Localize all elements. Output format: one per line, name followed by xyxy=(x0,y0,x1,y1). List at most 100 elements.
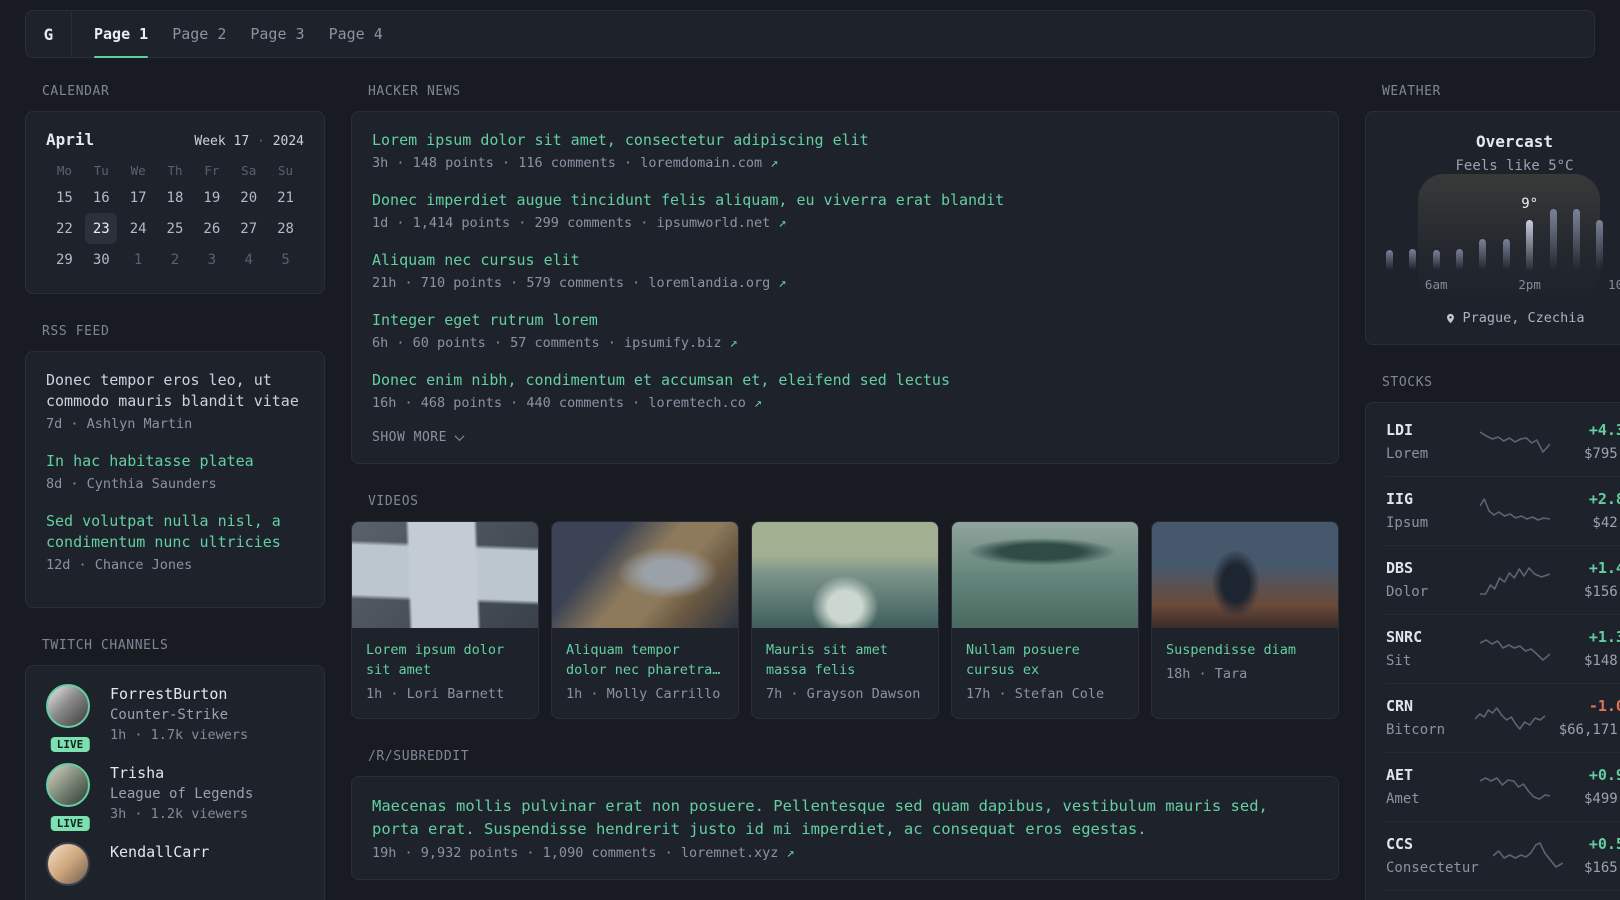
hackernews-item: Lorem ipsum dolor sit amet, consectetur … xyxy=(372,130,1318,173)
twitch-channel-name[interactable]: Trisha xyxy=(110,763,253,783)
calendar-day[interactable]: 30 xyxy=(85,244,117,275)
weather-bar-column[interactable] xyxy=(1456,249,1464,270)
weather-bar-column[interactable] xyxy=(1479,239,1487,270)
calendar-day[interactable]: 5 xyxy=(270,244,302,275)
weekday-label: Sa xyxy=(241,163,257,178)
weather-current-temp: 9° xyxy=(1521,196,1539,212)
stock-row[interactable]: IIG Ipsum +2.84% $42.04 xyxy=(1386,477,1620,546)
stock-row[interactable]: SNRC Sit +1.36% $148.64 xyxy=(1386,615,1620,684)
external-link-icon[interactable]: ↗ xyxy=(787,845,795,861)
calendar-day[interactable]: 27 xyxy=(233,213,265,244)
calendar-day[interactable]: 1 xyxy=(122,244,154,275)
video-title[interactable]: Suspendisse diam xyxy=(1166,640,1324,660)
external-link-icon[interactable]: ↗ xyxy=(770,155,778,171)
weather-bar xyxy=(1572,209,1580,270)
app-logo[interactable]: G xyxy=(26,11,72,57)
calendar-day[interactable]: 20 xyxy=(233,182,265,213)
twitch-channel-row[interactable]: LIVE KendallCarr xyxy=(46,842,304,886)
calendar-day[interactable]: 23 xyxy=(85,213,118,244)
subreddit-post-meta: 19h · 9,932 points · 1,090 comments · lo… xyxy=(372,845,1318,861)
stock-ticker: CRN xyxy=(1386,697,1414,715)
stock-name: Amet xyxy=(1386,791,1420,807)
calendar-day[interactable]: 21 xyxy=(270,182,302,213)
hackernews-item-title[interactable]: Integer eget rutrum lorem xyxy=(372,310,1318,331)
weather-bar-column[interactable]: 9° 2pm xyxy=(1518,196,1541,292)
video-title[interactable]: Lorem ipsum dolor sit amet consectetu… xyxy=(366,640,524,680)
weather-bar-column[interactable] xyxy=(1409,249,1417,270)
video-card[interactable]: Mauris sit amet massa felis 7h · Grayson… xyxy=(751,521,939,719)
stock-name: Dolor xyxy=(1386,584,1429,600)
hackernews-item-title[interactable]: Aliquam nec cursus elit xyxy=(372,250,1318,271)
stock-sparkline-chart xyxy=(1480,565,1550,595)
calendar-day[interactable]: 3 xyxy=(196,244,228,275)
weather-bar-column[interactable] xyxy=(1386,250,1393,270)
subreddit-post-title[interactable]: Maecenas mollis pulvinar erat non posuer… xyxy=(372,795,1318,841)
rss-item-title[interactable]: Sed volutpat nulla nisl, a condimentum n… xyxy=(46,511,304,553)
calendar-day[interactable]: 15 xyxy=(48,182,80,213)
calendar-day[interactable]: 2 xyxy=(159,244,191,275)
video-title[interactable]: Aliquam tempor dolor nec pharetra… xyxy=(566,640,724,680)
rss-item-title[interactable]: Donec tempor eros leo, ut commodo mauris… xyxy=(46,370,304,412)
calendar-day[interactable]: 28 xyxy=(270,213,302,244)
twitch-channel-name[interactable]: KendallCarr xyxy=(110,842,209,862)
nav-page-tab[interactable]: Page 4 xyxy=(329,11,383,57)
hackernews-show-more-button[interactable]: SHOW MORE xyxy=(372,430,465,445)
hackernews-item-title[interactable]: Donec imperdiet augue tincidunt felis al… xyxy=(372,190,1318,211)
stock-row[interactable]: LDI Lorem +4.35% $795.18 xyxy=(1386,408,1620,477)
video-thumbnail[interactable] xyxy=(1152,522,1338,628)
subreddit-card: Maecenas mollis pulvinar erat non posuer… xyxy=(351,776,1339,880)
external-link-icon[interactable]: ↗ xyxy=(730,335,738,351)
stock-price: $42.04 xyxy=(1592,515,1620,531)
calendar-day[interactable]: 18 xyxy=(159,182,191,213)
weather-bar-column[interactable] xyxy=(1502,239,1510,270)
rss-item-title[interactable]: In hac habitasse platea xyxy=(46,451,304,472)
calendar-day[interactable]: 26 xyxy=(196,213,228,244)
weather-bar-column[interactable]: 6am xyxy=(1425,250,1448,292)
video-title[interactable]: Mauris sit amet massa felis xyxy=(766,640,924,680)
calendar-day[interactable]: 22 xyxy=(48,213,80,244)
video-title[interactable]: Nullam posuere cursus ex xyxy=(966,640,1124,680)
video-card[interactable]: Lorem ipsum dolor sit amet consectetu… 1… xyxy=(351,521,539,719)
video-thumbnail[interactable] xyxy=(352,522,538,628)
calendar-day[interactable]: 16 xyxy=(85,182,117,213)
stock-row[interactable]: CCS Consectetur +0.51% $165.84 xyxy=(1386,822,1620,891)
nav-page-tab[interactable]: Page 2 xyxy=(172,11,226,57)
twitch-channel-row[interactable]: LIVE Trisha League of Legends 3h · 1.2k … xyxy=(46,763,304,831)
stock-price: $66,171.48 xyxy=(1558,722,1620,738)
weather-bar-column[interactable] xyxy=(1596,220,1604,270)
external-link-icon[interactable]: ↗ xyxy=(754,395,762,411)
external-link-icon[interactable]: ↗ xyxy=(778,275,786,291)
twitch-channel-name[interactable]: ForrestBurton xyxy=(110,684,248,704)
calendar-day[interactable]: 4 xyxy=(233,244,265,275)
hackernews-item-title[interactable]: Lorem ipsum dolor sit amet, consectetur … xyxy=(372,130,1318,151)
calendar-day[interactable]: 19 xyxy=(196,182,228,213)
video-card[interactable]: Aliquam tempor dolor nec pharetra… 1h · … xyxy=(551,521,739,719)
stock-ticker: AET xyxy=(1386,766,1414,784)
stock-row[interactable]: DBS Dolor +1.42% $156.28 xyxy=(1386,546,1620,615)
calendar-day[interactable]: 25 xyxy=(159,213,191,244)
weather-location[interactable]: Prague, Czechia xyxy=(1386,310,1620,326)
stock-price: $148.64 xyxy=(1583,653,1620,669)
weather-bar-column[interactable] xyxy=(1572,209,1580,270)
weather-feels-like: Feels like 5°C xyxy=(1455,158,1574,174)
weather-hour-label: 10pm xyxy=(1608,277,1620,292)
stock-row[interactable]: AHS +0.46% xyxy=(1386,891,1620,900)
video-thumbnail[interactable] xyxy=(952,522,1138,628)
nav-page-tab[interactable]: Page 1 xyxy=(94,11,149,58)
external-link-icon[interactable]: ↗ xyxy=(778,215,786,231)
video-card[interactable]: Nullam posuere cursus ex 17h · Stefan Co… xyxy=(951,521,1139,719)
video-thumbnail[interactable] xyxy=(752,522,938,628)
twitch-channel-row[interactable]: LIVE ForrestBurton Counter-Strike 1h · 1… xyxy=(46,684,304,752)
video-thumbnail[interactable] xyxy=(552,522,738,628)
calendar-day[interactable]: 24 xyxy=(122,213,154,244)
nav-page-tab[interactable]: Page 3 xyxy=(250,11,304,57)
calendar-day[interactable]: 17 xyxy=(122,182,154,213)
calendar-day[interactable]: 29 xyxy=(48,244,80,275)
weather-bar-column[interactable] xyxy=(1549,209,1557,270)
weather-card: Overcast Feels like 5°C 6am 9° 2pm 10 Pr… xyxy=(1365,111,1620,345)
video-card[interactable]: Suspendisse diam 18h · Tara xyxy=(1151,521,1339,719)
hackernews-item-title[interactable]: Donec enim nibh, condimentum et accumsan… xyxy=(372,370,1318,391)
stock-row[interactable]: AET Amet +0.92% $499.72 xyxy=(1386,753,1620,822)
calendar-week-info: Week 17 · 2024 xyxy=(194,134,304,149)
stock-row[interactable]: CRN Bitcorn -1.00% $66,171.48 xyxy=(1386,684,1620,753)
